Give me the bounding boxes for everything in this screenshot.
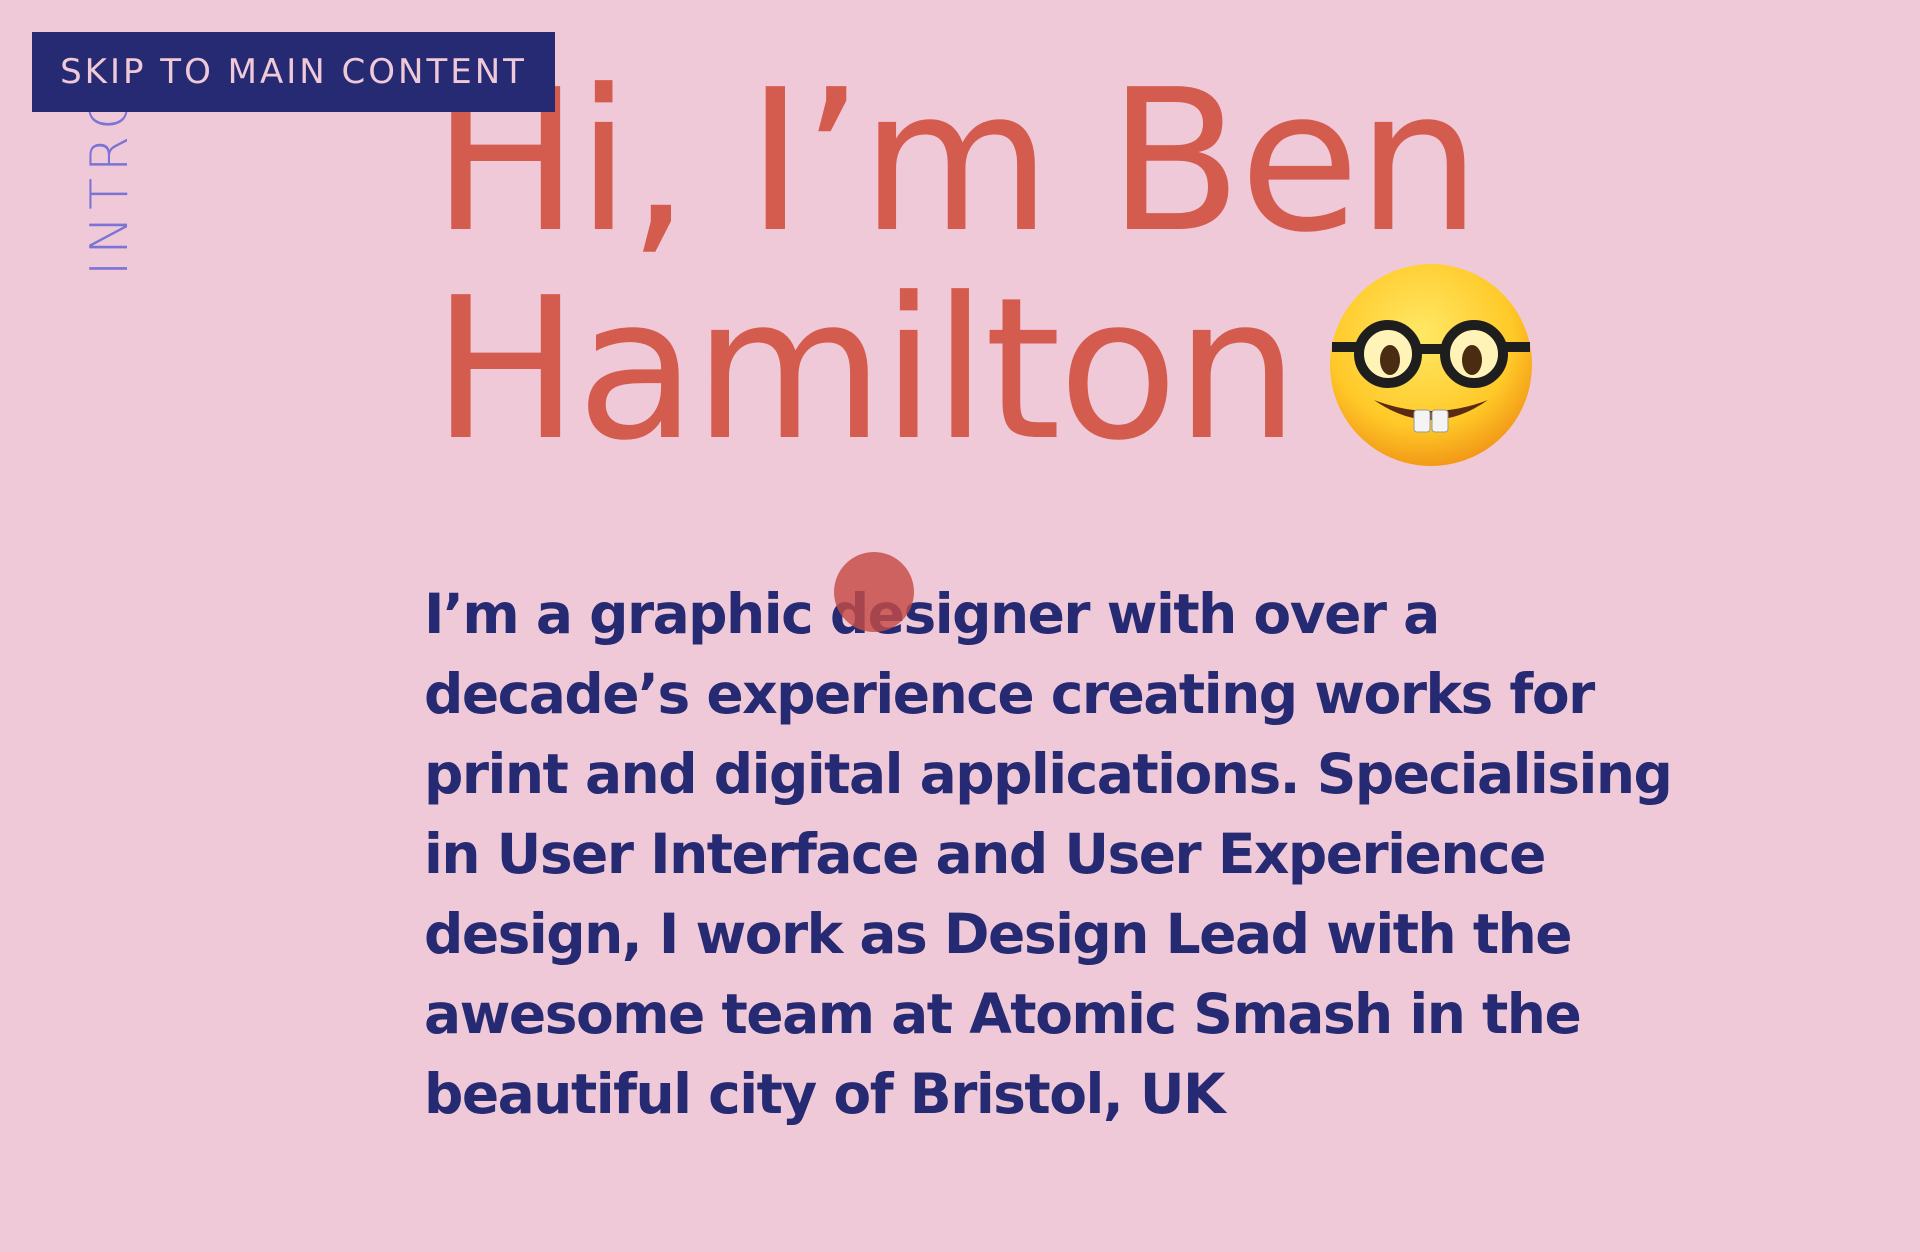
- hero-heading-line-1: Hi, I’m Ben: [432, 48, 1481, 276]
- intro-line: print and digital applications. Speciali…: [424, 742, 1673, 806]
- hero-heading-line-2: Hamilton: [432, 256, 1299, 484]
- intro-line: I’m a graphic designer with over a: [424, 582, 1440, 646]
- intro-line: design, I work as Design Lead with the: [424, 902, 1573, 966]
- intro-line: decade’s experience creating works for: [424, 662, 1595, 726]
- skip-to-main-content-link[interactable]: SKIP TO MAIN CONTENT: [32, 32, 555, 112]
- intro-paragraph: I’m a graphic designer with over a decad…: [424, 574, 1684, 1134]
- intro-line: beautiful city of Bristol, UK: [424, 1062, 1226, 1126]
- intro-line: awesome team at Atomic Smash in the: [424, 982, 1582, 1046]
- nerd-face-icon: [1330, 264, 1532, 466]
- cursor-dot: [834, 552, 914, 632]
- intro-line: in User Interface and User Experience: [424, 822, 1546, 886]
- hero-heading: Hi, I’m Ben Hamilton: [432, 48, 1481, 484]
